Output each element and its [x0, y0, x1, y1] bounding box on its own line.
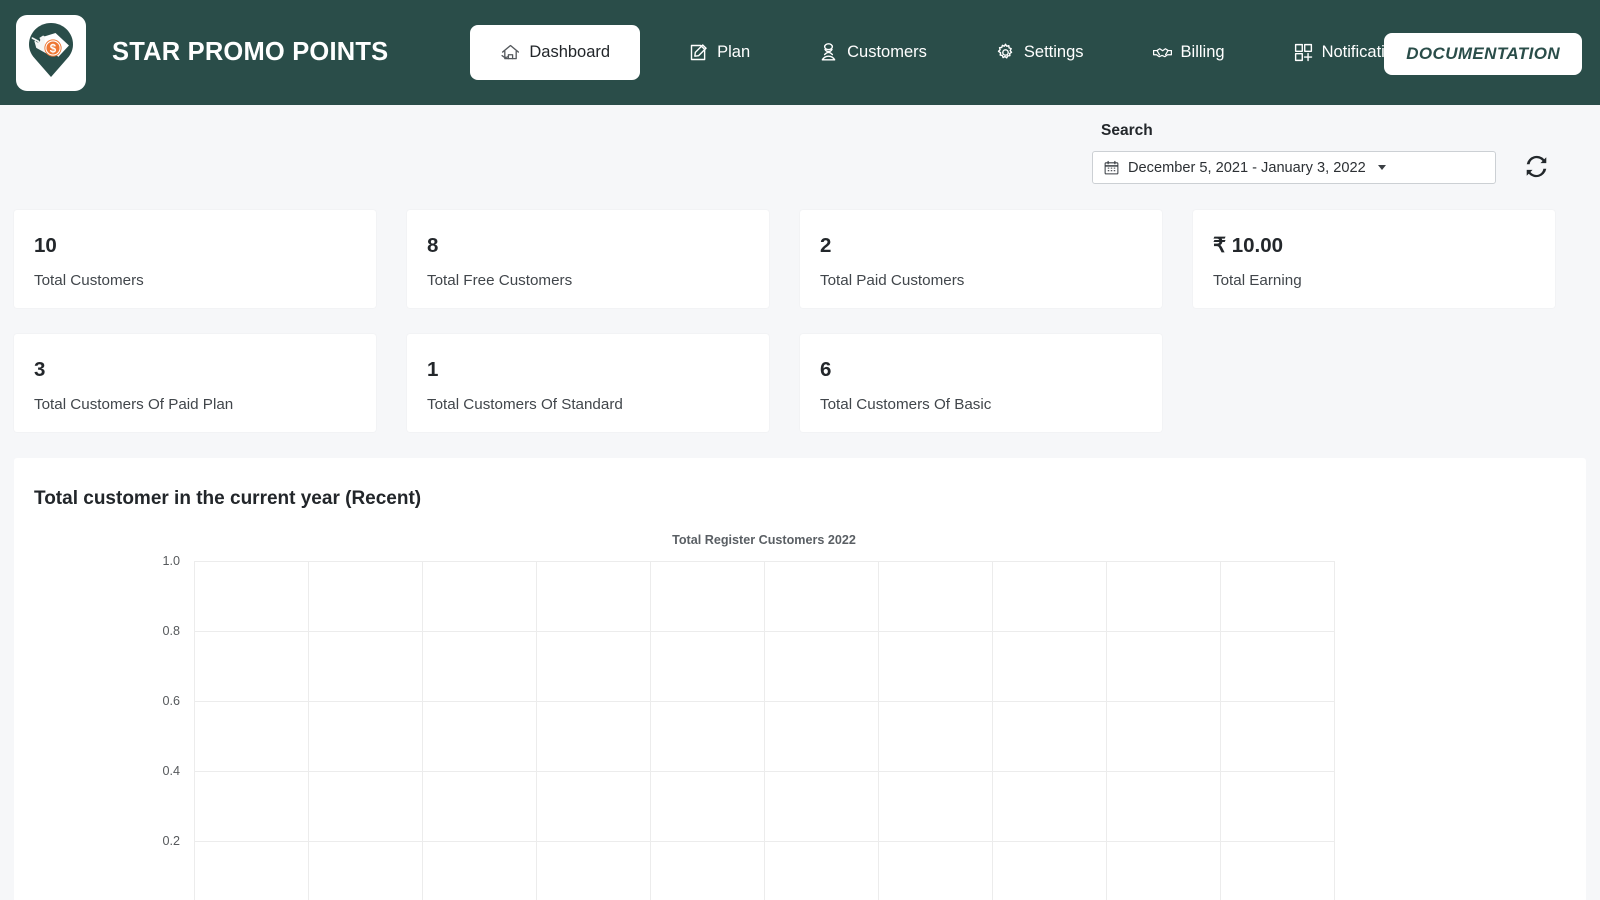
app-header: $ STAR PROMO POINTS Dashboard Plan Custo…	[0, 0, 1600, 105]
chart-gridline-vertical	[1106, 561, 1107, 900]
stat-value: 1	[427, 358, 439, 381]
stat-label: Total Free Customers	[427, 271, 573, 289]
stat-value: ₹ 10.00	[1213, 234, 1284, 257]
chart-gridline-vertical	[308, 561, 309, 900]
stat-label: Total Customers Of Basic	[820, 395, 992, 413]
chart-gridline-vertical	[536, 561, 537, 900]
dashboard-content: 10 Total Customers 8 Total Free Customer…	[0, 210, 1600, 900]
refresh-sync-icon	[1523, 153, 1550, 183]
nav-item-label: Billing	[1180, 43, 1225, 61]
chart-gridline-vertical	[992, 561, 993, 900]
nav-item-settings[interactable]: Settings	[975, 26, 1104, 79]
chart-y-tick-label: 1.0	[162, 554, 180, 568]
nav-item-billing[interactable]: Billing	[1132, 26, 1245, 79]
chart-gridline-vertical	[764, 561, 765, 900]
stat-card-row-1: 10 Total Customers 8 Total Free Customer…	[14, 210, 1586, 308]
stat-value: 8	[427, 234, 439, 257]
chevron-down-icon	[1377, 165, 1386, 170]
stat-card: 3 Total Customers Of Paid Plan	[14, 334, 376, 432]
search-toolbar: Search December 5, 2021 - January 3, 202…	[0, 105, 1600, 210]
nav-item-label: Customers	[847, 43, 927, 61]
svg-text:$: $	[50, 43, 57, 55]
stat-value: 10	[34, 234, 57, 257]
chart-y-axis: 1.00.80.60.40.20-0.2	[14, 554, 180, 900]
stat-card: 10 Total Customers	[14, 210, 376, 308]
grid-plus-icon	[1293, 42, 1314, 63]
stat-card: ₹ 10.00 Total Earning	[1193, 210, 1555, 308]
search-label: Search	[1101, 122, 1153, 139]
app-logo: $	[16, 14, 86, 91]
chart-gridline-vertical	[650, 561, 651, 900]
stat-value: 6	[820, 358, 832, 381]
stat-card-row-2: 3 Total Customers Of Paid Plan 1 Total C…	[14, 334, 1586, 432]
stat-label: Total Customers	[34, 271, 144, 289]
stat-card: 2 Total Paid Customers	[800, 210, 1162, 308]
stat-value: 2	[820, 234, 832, 257]
brand-name: STAR PROMO POINTS	[112, 38, 389, 66]
chart-y-tick-label: 0.4	[162, 764, 180, 778]
chart-panel: Total customer in the current year (Rece…	[14, 458, 1586, 900]
stat-card: 8 Total Free Customers	[407, 210, 769, 308]
chart-y-tick-label: 0.2	[162, 834, 180, 848]
nav-item-label: Dashboard	[529, 43, 611, 61]
dashboard-house-icon	[500, 42, 521, 63]
date-range-value: December 5, 2021 - January 3, 2022	[1128, 159, 1366, 176]
nav-item-dashboard[interactable]: Dashboard	[470, 25, 641, 80]
chart-gridline-vertical	[1334, 561, 1335, 900]
main-navigation: Dashboard Plan Customers Settings Billin…	[470, 25, 1423, 80]
nav-item-customers[interactable]: Customers	[798, 26, 947, 79]
gear-icon	[995, 42, 1016, 63]
chart-gridline-vertical	[422, 561, 423, 900]
chart-y-tick-label: 0.8	[162, 624, 180, 638]
stat-label: Total Earning	[1213, 271, 1302, 289]
calendar-icon	[1104, 160, 1119, 175]
nav-item-label: Settings	[1023, 43, 1084, 61]
stat-value: 3	[34, 358, 46, 381]
stat-label: Total Customers Of Standard	[427, 395, 623, 413]
chart-gridline-vertical	[878, 561, 879, 900]
date-range-input[interactable]: December 5, 2021 - January 3, 2022	[1092, 151, 1496, 184]
chart-y-tick-label: 0.6	[162, 694, 180, 708]
documentation-button[interactable]: DOCUMENTATION	[1384, 33, 1582, 75]
chart-title: Total Register Customers 2022	[672, 533, 856, 547]
stat-card: 1 Total Customers Of Standard	[407, 334, 769, 432]
refresh-button[interactable]	[1522, 154, 1550, 182]
search-block: Search December 5, 2021 - January 3, 202…	[1092, 122, 1550, 184]
chart-plot-area	[194, 561, 1335, 900]
pencil-note-icon	[688, 42, 709, 63]
price-tag-map-pin-logo-icon: $	[24, 21, 78, 84]
stat-label: Total Customers Of Paid Plan	[34, 395, 234, 413]
chart-panel-title: Total customer in the current year (Rece…	[34, 488, 422, 509]
customers-person-icon	[818, 42, 839, 63]
search-controls: December 5, 2021 - January 3, 2022	[1092, 151, 1550, 184]
chart-gridline-vertical	[1220, 561, 1221, 900]
chart-gridline-vertical	[194, 561, 195, 900]
nav-item-label: Plan	[717, 43, 751, 61]
handshake-icon	[1152, 42, 1173, 63]
brand: $ STAR PROMO POINTS	[16, 14, 389, 91]
stat-card: 6 Total Customers Of Basic	[800, 334, 1162, 432]
customers-bar-chart[interactable]: Total Register Customers 2022 1.0 0.8 0.6 0…	[14, 533, 1586, 900]
stat-label: Total Paid Customers	[820, 271, 965, 289]
nav-item-plan[interactable]: Plan	[668, 26, 770, 79]
